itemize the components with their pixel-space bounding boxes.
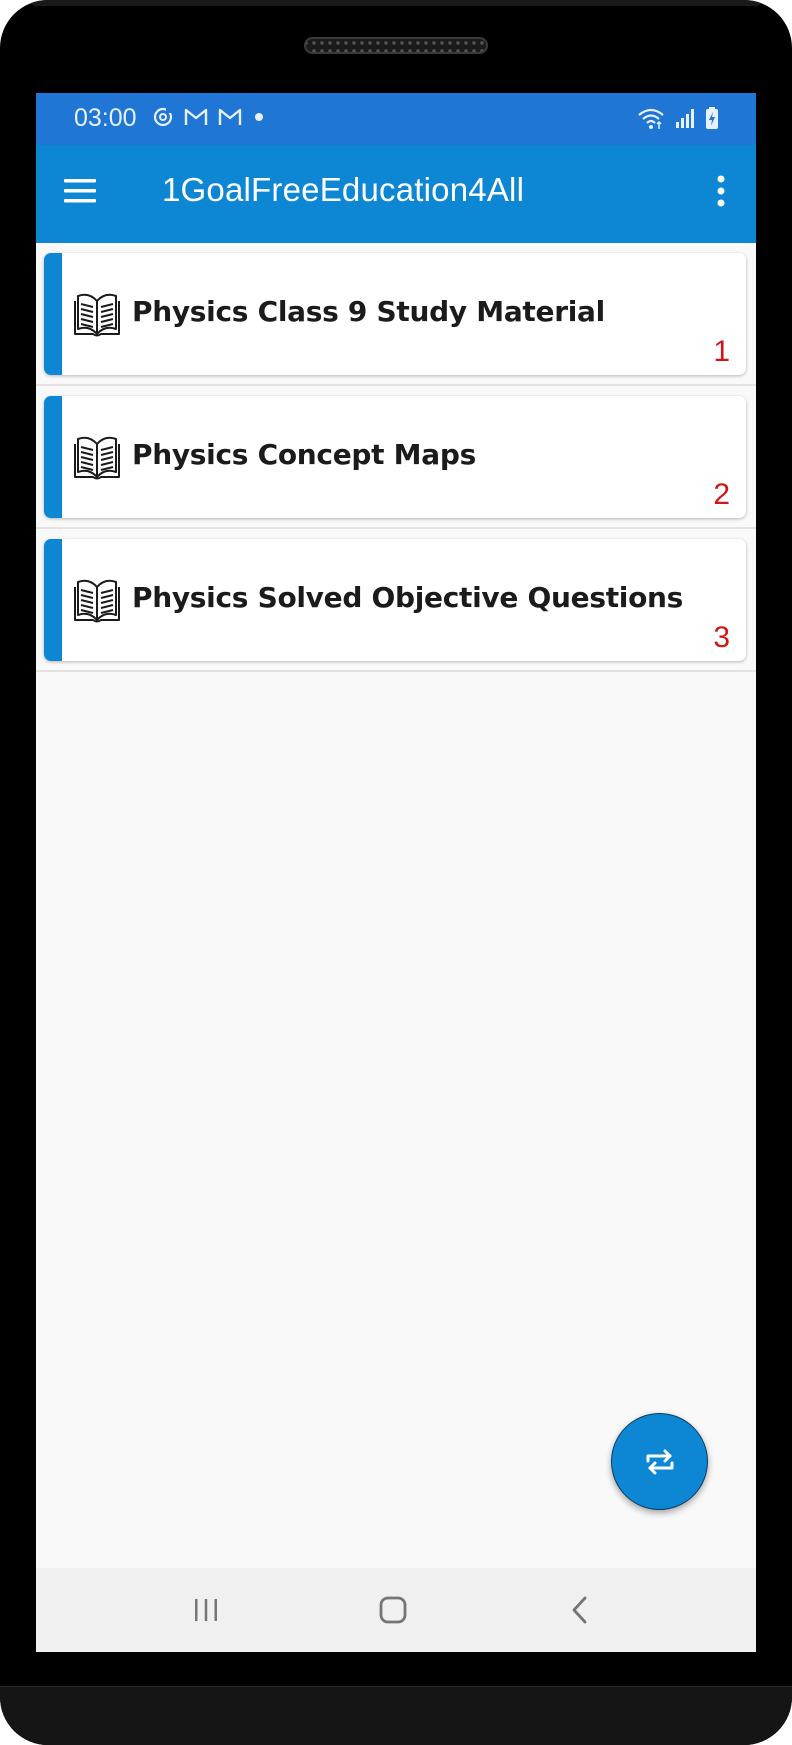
card-accent-bar xyxy=(44,253,62,375)
card-number: 1 xyxy=(713,335,730,368)
card-title: Physics Class 9 Study Material xyxy=(132,295,605,328)
topic-card-concept-maps[interactable]: Physics Concept Maps 2 xyxy=(44,396,746,518)
overflow-menu-button[interactable] xyxy=(706,171,736,211)
dot-icon xyxy=(255,113,263,121)
system-status-icons xyxy=(628,106,720,130)
card-accent-bar xyxy=(44,396,62,518)
phone-frame: 03:00 1GoalFreeEducation4All Physics Cla… xyxy=(0,0,792,1745)
status-bar: 03:00 xyxy=(36,93,756,145)
card-title: Physics Solved Objective Questions xyxy=(132,581,684,614)
open-book-icon xyxy=(74,436,120,480)
status-time: 03:00 xyxy=(74,104,137,132)
recent-apps-button[interactable] xyxy=(186,1590,226,1630)
list-item: Physics Class 9 Study Material 1 xyxy=(36,243,756,386)
topic-card-physics-class-9[interactable]: Physics Class 9 Study Material 1 xyxy=(44,253,746,375)
battery-charging-icon xyxy=(706,107,718,129)
notification-icons xyxy=(152,106,276,128)
gmail-icon xyxy=(184,108,208,125)
card-number: 2 xyxy=(713,478,730,511)
signal-icon xyxy=(676,109,694,128)
phone-top-edge xyxy=(30,0,762,6)
list-item: Physics Solved Objective Questions 3 xyxy=(36,529,756,672)
topic-list: Physics Class 9 Study Material 1 Physics… xyxy=(36,243,756,672)
hamburger-menu-button[interactable] xyxy=(60,171,100,211)
earpiece-speaker xyxy=(304,37,488,54)
topic-card-solved-objective-questions[interactable]: Physics Solved Objective Questions 3 xyxy=(44,539,746,661)
wifi-icon xyxy=(638,108,664,129)
screen: 03:00 1GoalFreeEducation4All Physics Cla… xyxy=(36,93,756,1652)
system-navigation-bar xyxy=(36,1568,756,1652)
recent-apps-icon xyxy=(195,1599,217,1621)
card-accent-bar xyxy=(44,539,62,661)
back-icon xyxy=(572,1596,587,1624)
gmail-icon xyxy=(218,108,242,125)
card-number: 3 xyxy=(713,621,730,654)
open-book-icon xyxy=(74,293,120,337)
back-button[interactable] xyxy=(560,1590,600,1630)
sync-icon xyxy=(153,107,173,127)
card-title: Physics Concept Maps xyxy=(132,438,476,471)
hamburger-menu-icon xyxy=(64,179,96,203)
phone-bottom-bezel xyxy=(0,1686,792,1745)
app-bar: 1GoalFreeEducation4All xyxy=(36,145,756,243)
home-button[interactable] xyxy=(373,1590,413,1630)
repeat-icon xyxy=(646,1449,673,1474)
repeat-fab-button[interactable] xyxy=(611,1413,708,1510)
app-title: 1GoalFreeEducation4All xyxy=(162,171,525,208)
open-book-icon xyxy=(74,579,120,623)
more-vertical-icon xyxy=(717,175,725,207)
home-icon xyxy=(379,1596,407,1624)
list-item: Physics Concept Maps 2 xyxy=(36,386,756,529)
